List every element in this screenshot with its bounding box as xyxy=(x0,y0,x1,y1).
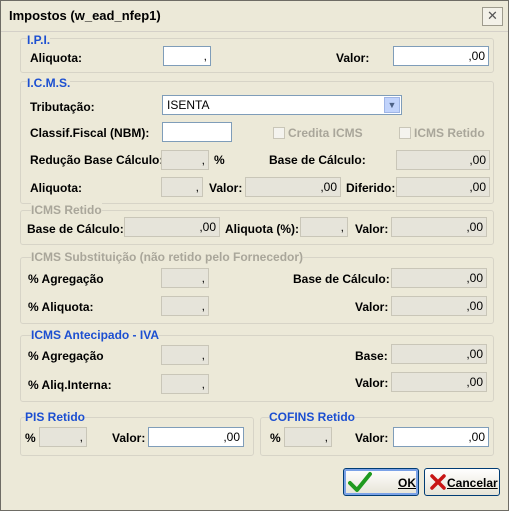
ant-aliq-interna-label: % Aliq.Interna: xyxy=(28,378,112,392)
dialog-window: Impostos (w_ead_nfep1) ✕ I.P.I. Aliquota… xyxy=(0,0,509,511)
tributacao-select[interactable]: ISENTA ▼ xyxy=(162,95,402,115)
ipi-aliquota-input[interactable]: , xyxy=(163,46,211,66)
ok-button[interactable]: OK xyxy=(343,468,419,496)
icms-antecipado-group-label: ICMS Antecipado - IVA xyxy=(31,328,160,342)
cancel-button[interactable]: Cancelar xyxy=(424,468,500,496)
window-title: Impostos (w_ead_nfep1) xyxy=(9,8,161,23)
icms-st-group-label: ICMS Substituição (não retido pelo Forne… xyxy=(31,250,304,264)
ipi-group-label: I.P.I. xyxy=(27,33,51,47)
diferido-input[interactable]: ,00 xyxy=(396,177,490,197)
cofins-group-label: COFINS Retido xyxy=(269,410,355,424)
retido-aliquota-input[interactable]: , xyxy=(300,217,348,237)
retido-valor-label: Valor: xyxy=(355,222,389,236)
cancel-button-label: Cancelar xyxy=(447,476,498,490)
credita-icms-label: Credita ICMS xyxy=(288,126,363,140)
st-base-input[interactable]: ,00 xyxy=(391,268,487,288)
pis-valor-label: Valor: xyxy=(112,431,146,445)
retido-aliquota-label: Aliquota (%): xyxy=(225,222,299,236)
checkmark-icon xyxy=(348,472,372,492)
pis-percent-input[interactable]: , xyxy=(39,427,87,447)
retido-valor-input[interactable]: ,00 xyxy=(391,217,487,237)
retido-base-input[interactable]: ,00 xyxy=(124,217,220,237)
reducao-base-input[interactable]: , xyxy=(161,150,209,170)
ant-valor-input[interactable]: ,00 xyxy=(391,372,487,392)
st-aliquota-label: % Aliquota: xyxy=(28,300,94,314)
st-agregacao-label: % Agregação xyxy=(28,272,104,286)
title-bar[interactable]: Impostos (w_ead_nfep1) ✕ xyxy=(1,1,508,32)
st-valor-input[interactable]: ,00 xyxy=(391,296,487,316)
reducao-percent-label: % xyxy=(214,153,225,167)
ok-button-label: OK xyxy=(398,476,416,490)
icms-aliquota-label: Aliquota: xyxy=(30,181,82,195)
ipi-valor-input[interactable]: ,00 xyxy=(393,46,489,66)
chevron-down-icon[interactable]: ▼ xyxy=(384,97,400,113)
icms-valor-input[interactable]: ,00 xyxy=(245,177,341,197)
ant-aliq-interna-input[interactable]: , xyxy=(161,374,209,394)
reducao-base-label: Redução Base Cálculo: xyxy=(30,153,164,167)
cofins-percent-input[interactable]: , xyxy=(284,427,332,447)
credita-icms-checkbox[interactable] xyxy=(273,127,285,139)
tributacao-label: Tributação: xyxy=(30,100,95,114)
icms-valor-label: Valor: xyxy=(209,181,243,195)
x-cancel-icon xyxy=(430,474,446,490)
cofins-percent-label: % xyxy=(270,431,281,445)
classif-fiscal-label: Classif.Fiscal (NBM): xyxy=(30,126,150,140)
icms-retido-checkbox[interactable] xyxy=(399,127,411,139)
st-aliquota-input[interactable]: , xyxy=(161,296,209,316)
ant-agregacao-input[interactable]: , xyxy=(161,345,209,365)
ant-agregacao-label: % Agregação xyxy=(28,349,104,363)
ipi-aliquota-label: Aliquota: xyxy=(30,51,82,65)
cofins-valor-label: Valor: xyxy=(355,431,389,445)
pis-group-label: PIS Retido xyxy=(25,410,86,424)
ant-base-label: Base: xyxy=(355,349,388,363)
st-base-label: Base de Cálculo: xyxy=(293,272,390,286)
ant-valor-label: Valor: xyxy=(355,376,389,390)
st-agregacao-input[interactable]: , xyxy=(161,268,209,288)
pis-valor-input[interactable]: ,00 xyxy=(148,427,244,447)
icms-retido-group-label: ICMS Retido xyxy=(31,203,102,217)
tributacao-value: ISENTA xyxy=(167,98,210,112)
icms-base-label: Base de Cálculo: xyxy=(269,153,366,167)
cofins-valor-input[interactable]: ,00 xyxy=(393,427,489,447)
icms-retido-checkbox-label: ICMS Retido xyxy=(414,126,485,140)
icms-base-input[interactable]: ,00 xyxy=(396,150,490,170)
retido-base-label: Base de Cálculo: xyxy=(27,222,124,236)
icms-group-label: I.C.M.S. xyxy=(27,76,71,90)
classif-fiscal-input[interactable] xyxy=(162,122,232,142)
icms-aliquota-input[interactable]: , xyxy=(161,177,203,197)
st-valor-label: Valor: xyxy=(355,300,389,314)
ipi-valor-label: Valor: xyxy=(336,51,370,65)
close-icon[interactable]: ✕ xyxy=(482,7,503,26)
ant-base-input[interactable]: ,00 xyxy=(391,344,487,364)
pis-percent-label: % xyxy=(25,431,36,445)
diferido-label: Diferido: xyxy=(346,181,396,195)
